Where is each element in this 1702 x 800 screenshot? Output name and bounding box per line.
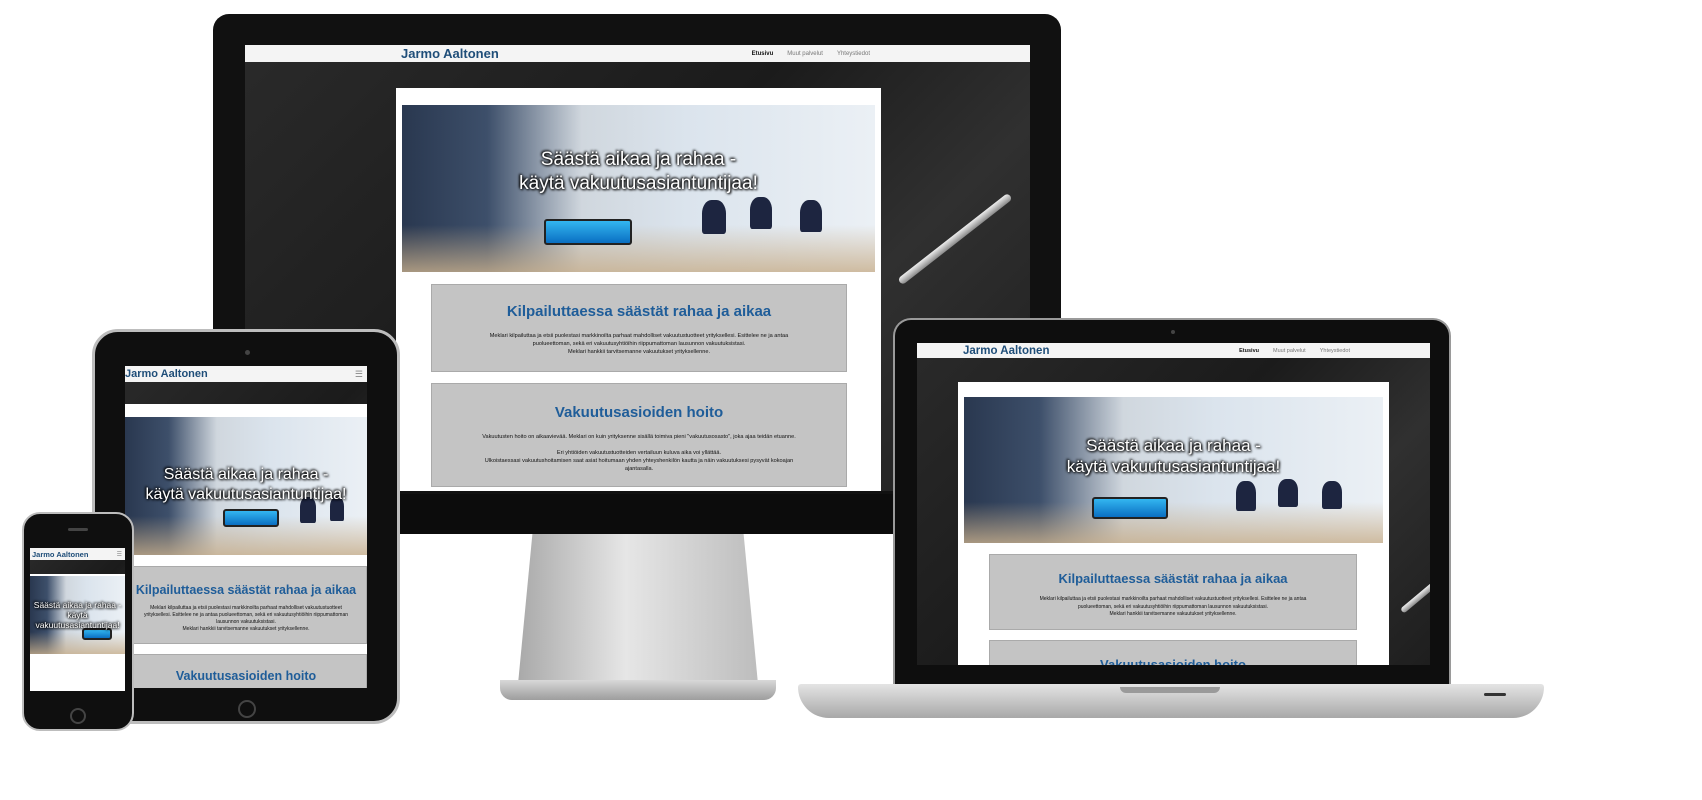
card-vakuutusasioiden-hoito: Vakuutusasioiden hoito bbox=[989, 640, 1357, 665]
tablet-illustration bbox=[544, 219, 632, 245]
nav-yhteystiedot[interactable]: Yhteystiedot bbox=[1320, 348, 1350, 354]
hero-banner: Säästä aikaa ja rahaa - käytä vakuutusas… bbox=[402, 105, 875, 272]
pen-decoration bbox=[1400, 570, 1430, 614]
card-kilpailuttaessa: Kilpailuttaessa säästät rahaa ja aikaa M… bbox=[989, 554, 1357, 630]
desktop-page: Säästä aikaa ja rahaa - käytä vakuutusas… bbox=[396, 88, 881, 491]
hero-banner: Säästä aikaa ja rahaa - käytä vakuutusas… bbox=[30, 576, 125, 654]
laptop-trackpad-notch bbox=[1120, 687, 1220, 693]
nav-yhteystiedot[interactable]: Yhteystiedot bbox=[837, 51, 870, 57]
laptop-navbar: Jarmo Aaltonen Etusivu Muut palvelut Yht… bbox=[917, 343, 1430, 358]
phone-speaker bbox=[68, 528, 88, 531]
tablet-home-button[interactable] bbox=[238, 700, 256, 718]
nav-etusivu[interactable]: Etusivu bbox=[752, 51, 774, 57]
hero-heading: Säästä aikaa ja rahaa - käytä vakuutusas… bbox=[1066, 436, 1281, 477]
brand-logo[interactable]: Jarmo Aaltonen bbox=[32, 550, 88, 559]
tablet-camera bbox=[245, 350, 250, 355]
tablet-page: Säästä aikaa ja rahaa - käytä vakuutusas… bbox=[125, 404, 367, 688]
hero-heading: Säästä aikaa ja rahaa - käytä vakuutusas… bbox=[145, 466, 347, 503]
phone-navbar: Jarmo Aaltonen ☰ bbox=[30, 548, 125, 560]
nav-links: Etusivu Muut palvelut Yhteystiedot bbox=[1239, 348, 1350, 354]
laptop-indicator bbox=[1484, 693, 1506, 696]
laptop-page: Säästä aikaa ja rahaa - käytä vakuutusas… bbox=[958, 382, 1389, 665]
laptop-camera bbox=[1171, 330, 1175, 334]
card-vakuutusasioiden-hoito: Vakuutusasioiden hoito bbox=[125, 654, 367, 688]
laptop-screen: Jarmo Aaltonen Etusivu Muut palvelut Yht… bbox=[917, 343, 1430, 665]
tablet-navbar: Jarmo Aaltonen ☰ bbox=[125, 366, 367, 382]
tablet-illustration bbox=[223, 509, 279, 527]
card-title: Vakuutusasioiden hoito bbox=[175, 669, 317, 683]
phone-page: Säästä aikaa ja rahaa - käytä vakuutusas… bbox=[30, 574, 125, 691]
card-kilpailuttaessa: Kilpailuttaessa säästät rahaa ja aikaa M… bbox=[431, 284, 847, 372]
hero-banner: Säästä aikaa ja rahaa - käytä vakuutusas… bbox=[125, 417, 367, 555]
card-vakuutusasioiden-hoito: Vakuutusasioiden hoito Vakuutusten hoito… bbox=[431, 383, 847, 487]
card-title: Vakuutusasioiden hoito bbox=[1100, 657, 1246, 665]
phone-home-button[interactable] bbox=[70, 708, 86, 724]
desktop-navbar: Jarmo Aaltonen Etusivu Muut palvelut Yht… bbox=[245, 45, 1030, 62]
hero-banner: Säästä aikaa ja rahaa - käytä vakuutusas… bbox=[964, 397, 1383, 543]
hero-heading: Säästä aikaa ja rahaa - käytä vakuutusas… bbox=[33, 600, 122, 631]
tablet-illustration bbox=[1092, 497, 1168, 519]
nav-muut-palvelut[interactable]: Muut palvelut bbox=[787, 51, 823, 57]
nav-links: Etusivu Muut palvelut Yhteystiedot bbox=[752, 51, 870, 57]
brand-logo[interactable]: Jarmo Aaltonen bbox=[401, 46, 499, 61]
hamburger-icon[interactable]: ☰ bbox=[355, 369, 363, 380]
phone-screen: Jarmo Aaltonen ☰ Säästä aikaa ja rahaa -… bbox=[30, 548, 125, 691]
nav-etusivu[interactable]: Etusivu bbox=[1239, 348, 1259, 354]
card-title: Kilpailuttaessa säästät rahaa ja aikaa bbox=[1058, 571, 1288, 586]
brand-logo[interactable]: Jarmo Aaltonen bbox=[125, 368, 208, 380]
brand-logo[interactable]: Jarmo Aaltonen bbox=[963, 345, 1049, 357]
card-title: Kilpailuttaessa säästät rahaa ja aikaa bbox=[135, 583, 357, 597]
hamburger-icon[interactable]: ☰ bbox=[117, 551, 122, 558]
monitor-stand bbox=[500, 534, 776, 702]
tablet-screen: Jarmo Aaltonen ☰ Säästä aikaa ja rahaa -… bbox=[125, 366, 367, 688]
card-kilpailuttaessa: Kilpailuttaessa säästät rahaa ja aikaa M… bbox=[125, 566, 367, 644]
laptop-base bbox=[798, 684, 1544, 718]
nav-muut-palvelut[interactable]: Muut palvelut bbox=[1273, 348, 1306, 354]
pen-decoration bbox=[897, 192, 1013, 286]
card-title: Vakuutusasioiden hoito bbox=[554, 404, 724, 421]
card-title: Kilpailuttaessa säästät rahaa ja aikaa bbox=[506, 303, 772, 320]
hero-heading: Säästä aikaa ja rahaa - käytä vakuutusas… bbox=[519, 149, 758, 194]
